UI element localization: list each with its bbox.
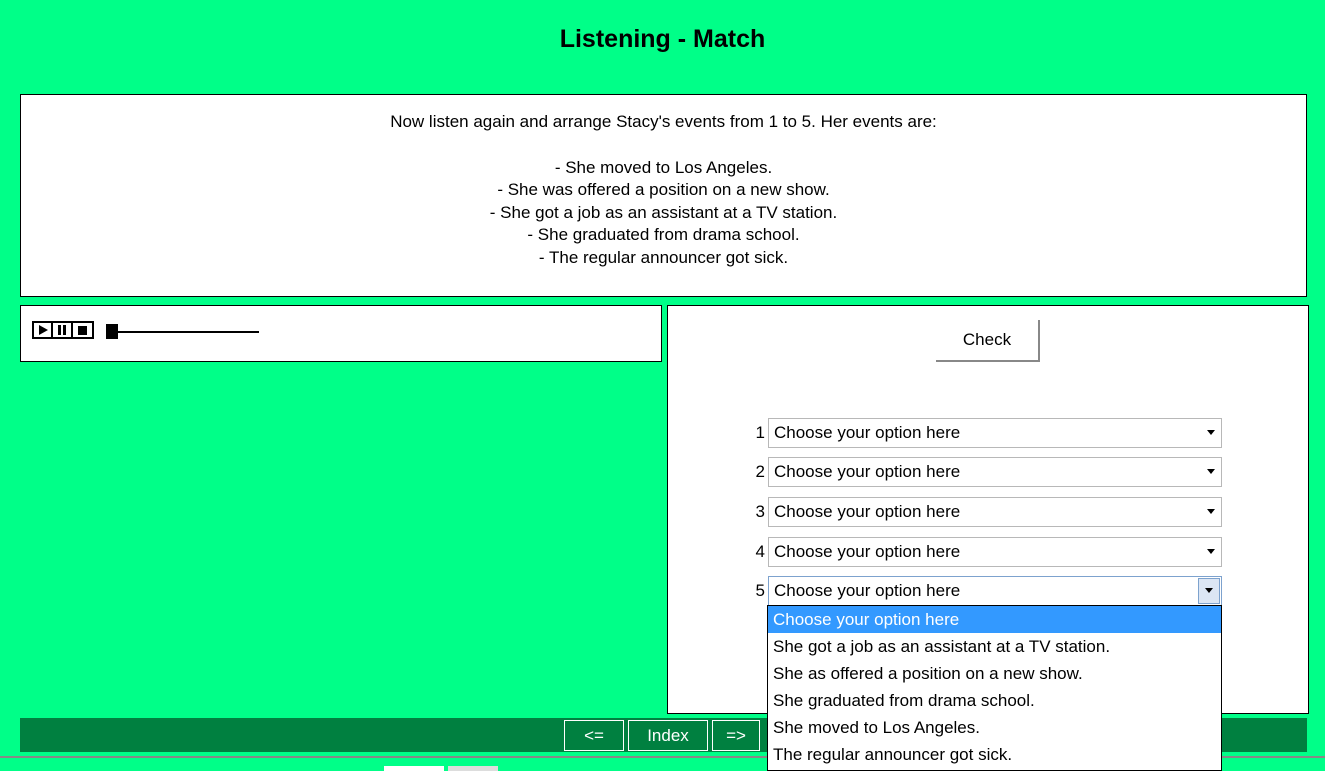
dropdown-option[interactable]: The regular announcer got sick.: [768, 741, 1221, 768]
pause-button[interactable]: [53, 323, 73, 337]
dropdown-option[interactable]: Choose your option here: [768, 606, 1221, 633]
chevron-down-icon: [1207, 509, 1215, 514]
dropdown-option[interactable]: She got a job as an assistant at a TV st…: [768, 633, 1221, 660]
progress-track[interactable]: [106, 331, 259, 333]
progress-knob[interactable]: [106, 324, 118, 339]
row-number: 1: [755, 423, 765, 442]
select-value: Choose your option here: [774, 581, 961, 600]
row-number: 3: [755, 502, 765, 521]
play-button[interactable]: [34, 323, 54, 337]
player-controls: [32, 321, 94, 339]
dropdown-option[interactable]: She graduated from drama school.: [768, 687, 1221, 714]
event-list: - She moved to Los Angeles. - She was of…: [21, 157, 1306, 270]
play-icon: [39, 325, 49, 335]
taskbar-tab: [384, 766, 444, 771]
answer-select-1[interactable]: Choose your option here: [768, 418, 1222, 448]
dropdown-option[interactable]: She as offered a position on a new show.: [768, 660, 1221, 687]
dropdown-option[interactable]: She moved to Los Angeles.: [768, 714, 1221, 741]
dropdown-list: Choose your option here She got a job as…: [767, 605, 1222, 771]
instructions-intro: Now listen again and arrange Stacy's eve…: [390, 112, 937, 131]
instructions-panel: Now listen again and arrange Stacy's eve…: [20, 94, 1307, 297]
row-number: 2: [755, 462, 765, 481]
event-item: - She graduated from drama school.: [527, 225, 800, 244]
event-item: - She got a job as an assistant at a TV …: [489, 202, 838, 222]
index-button[interactable]: Index: [628, 720, 708, 751]
prev-button[interactable]: <=: [564, 720, 624, 751]
row-number: 4: [755, 542, 765, 561]
answer-select-2[interactable]: Choose your option here: [768, 457, 1222, 487]
select-value: Choose your option here: [774, 542, 961, 561]
audio-player: [20, 305, 662, 362]
chevron-down-icon: [1207, 430, 1215, 435]
page-title: Listening - Match: [559, 25, 766, 53]
event-item: - She moved to Los Angeles.: [554, 157, 773, 177]
chevron-down-icon: [1207, 549, 1215, 554]
chevron-down-icon: [1205, 588, 1213, 593]
event-item: - She was offered a position on a new sh…: [497, 180, 830, 199]
dropdown-button[interactable]: [1198, 578, 1220, 604]
answer-select-3[interactable]: Choose your option here: [768, 497, 1222, 527]
event-item: - The regular announcer got sick.: [538, 247, 789, 267]
next-button[interactable]: =>: [712, 720, 760, 751]
chevron-down-icon: [1207, 469, 1215, 474]
select-value: Choose your option here: [774, 502, 961, 521]
row-number: 5: [755, 581, 765, 600]
stop-icon: [77, 325, 87, 335]
check-button[interactable]: Check: [936, 320, 1040, 362]
select-value: Choose your option here: [774, 462, 961, 481]
answer-select-4[interactable]: Choose your option here: [768, 537, 1222, 567]
answer-select-5[interactable]: Choose your option here: [768, 576, 1222, 606]
pause-icon: [58, 325, 67, 335]
taskbar-tab: [448, 766, 498, 771]
select-value: Choose your option here: [774, 423, 961, 442]
stop-button[interactable]: [72, 323, 92, 337]
